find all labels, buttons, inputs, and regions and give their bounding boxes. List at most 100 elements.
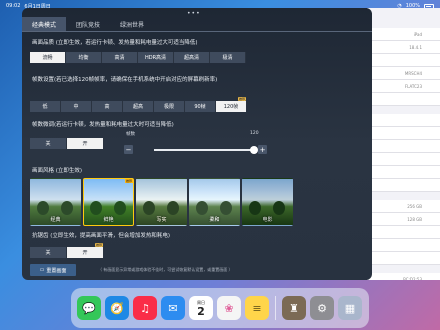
antialias-option[interactable]: 开 推荐	[67, 243, 104, 258]
fps-slider-label: 帧数	[126, 132, 135, 137]
framerate-option[interactable]: 极限	[154, 101, 185, 112]
settings-row[interactable]	[369, 127, 440, 140]
settings-row[interactable]	[369, 166, 440, 179]
mail-app-icon[interactable]: ✉	[161, 296, 185, 320]
settings-row[interactable]	[369, 140, 440, 153]
settings-row[interactable]	[369, 93, 440, 106]
fps-tuning-title: 帧数微调(若运行卡顿，发热量和耗电量过大时可适当降低)	[32, 122, 174, 128]
calendar-day: 2	[197, 304, 205, 318]
quality-option-label: 高清	[114, 55, 125, 61]
fps-slider-fill	[154, 149, 254, 151]
framerate-option[interactable]: 超高	[123, 101, 154, 112]
app-library-app-icon[interactable]: ▦	[338, 296, 362, 320]
fps-slider-value: 120	[250, 131, 259, 136]
fps-slider-knob[interactable]	[250, 146, 258, 154]
fps-tuning-option[interactable]: 关	[30, 138, 67, 149]
framerate-option[interactable]: 120帧 推荐	[216, 97, 247, 112]
tree-shape	[114, 201, 126, 215]
calendar-app-icon[interactable]: 周日 2	[189, 296, 213, 320]
quality-option[interactable]: 极清	[210, 52, 246, 63]
framerate-option-label: 超高	[132, 104, 143, 110]
tree-shape	[143, 201, 155, 215]
fps-slider[interactable]: − +	[124, 143, 271, 157]
settings-row[interactable]	[369, 226, 440, 239]
framerate-option-label: 120帧	[223, 104, 239, 110]
quality-option-label: 超高清	[183, 55, 199, 61]
framerate-option[interactable]: 中	[61, 101, 92, 112]
safari-app-icon[interactable]: 🧭	[105, 296, 129, 320]
settings-row[interactable]: 18.4.1	[369, 41, 440, 54]
framerate-selector: 低 中 高 超高 极限 90帧 120帧 推荐	[30, 97, 247, 112]
framerate-option-label: 90帧	[194, 104, 206, 110]
antialias-title: 抗锯齿 (立即生效，提高画面平滑，但会增加发热和耗电)	[32, 233, 171, 239]
tab-mode[interactable]: 经典模式	[22, 17, 67, 31]
settings-row[interactable]: iPad	[369, 28, 440, 41]
settings-row[interactable]	[369, 114, 440, 127]
settings-row[interactable]: FLATC23	[369, 80, 440, 93]
messages-app-icon[interactable]: 💬	[77, 296, 101, 320]
fps-tuning-option-label: 关	[45, 141, 51, 147]
quality-option[interactable]: HDR高清	[138, 52, 174, 63]
quality-option[interactable]: 均衡	[66, 52, 102, 63]
settings-row[interactable]: BC:D2:53	[369, 273, 440, 280]
quality-option[interactable]: 流畅	[30, 52, 66, 63]
recommended-badge: 推荐	[237, 97, 246, 101]
fps-increase-button[interactable]: +	[258, 145, 267, 154]
game-settings-panel: ••• 经典模式 团队竞技 绿洲世界 画面品质 (立即生效，若运行卡顿、发热量和耗电…	[22, 8, 372, 280]
tree-shape	[273, 201, 285, 215]
fps-tuning-option-label: 开	[82, 141, 88, 147]
style-option-label: 经典	[50, 217, 61, 223]
framerate-option[interactable]: 90帧	[185, 101, 216, 112]
status-time: 09:02	[6, 3, 21, 9]
style-option-label: 鲜艳	[103, 217, 114, 223]
settings-row[interactable]: 128 GB	[369, 213, 440, 226]
tree-shape	[167, 201, 179, 215]
tab-mode[interactable]: 绿洲世界	[110, 17, 154, 31]
settings-row[interactable]	[369, 252, 440, 265]
antialias-option[interactable]: 关	[30, 247, 67, 258]
quality-option-label: 极清	[222, 55, 233, 61]
settings-row[interactable]	[369, 54, 440, 67]
quality-option-label: HDR高清	[144, 55, 167, 61]
settings-row[interactable]: MRSCH4	[369, 67, 440, 80]
notes-app-icon[interactable]: ≡	[245, 296, 269, 320]
framerate-option[interactable]: 高	[92, 101, 123, 112]
reset-display-button[interactable]: ▭ 重置画面	[30, 264, 76, 276]
music-app-icon[interactable]: ♫	[133, 296, 157, 320]
antialias-toggle: 关 开 推荐	[30, 243, 104, 258]
tabs-divider	[22, 31, 372, 32]
style-option[interactable]: 电影	[242, 178, 293, 226]
settings-detail-list: iPad 18.4.1 MRSCH4 FLATC23 256 GB 128 GB BC:D2…	[369, 8, 440, 280]
quality-option[interactable]: 高清	[102, 52, 138, 63]
style-option[interactable]: 经典	[30, 178, 81, 226]
settings-row[interactable]	[369, 179, 440, 192]
quality-option[interactable]: 超高清	[174, 52, 210, 63]
tree-shape	[37, 201, 49, 215]
style-option[interactable]: 柔和	[189, 178, 240, 226]
framerate-option-label: 中	[73, 104, 79, 110]
style-option[interactable]: 写实	[136, 178, 187, 226]
tab-mode[interactable]: 团队竞技	[66, 17, 110, 31]
window-handle[interactable]: •••	[187, 10, 201, 17]
fps-decrease-button[interactable]: −	[124, 145, 133, 154]
game-app-icon[interactable]: ♜	[282, 296, 306, 320]
antialias-option-label: 关	[45, 250, 51, 256]
quality-option-label: 流畅	[42, 55, 53, 61]
recommended-badge: 推荐	[124, 179, 133, 183]
quality-title: 画面品质 (立即生效，若运行卡顿、发热量和耗电量过大可适当降低)	[32, 40, 198, 46]
settings-row[interactable]	[369, 153, 440, 166]
framerate-option[interactable]: 低	[30, 101, 61, 112]
photos-app-icon[interactable]: ❀	[217, 296, 241, 320]
tree-shape	[196, 201, 208, 215]
fps-tuning-option[interactable]: 开	[67, 138, 104, 149]
recommended-badge: 推荐	[94, 243, 103, 247]
framerate-title: 帧数设置(若已选择120帧帧率，请确保在手机系统中开启对应的屏幕刷新率)	[32, 77, 218, 83]
framerate-option-label: 极限	[163, 104, 174, 110]
framerate-option-label: 高	[104, 104, 110, 110]
style-option[interactable]: 鲜艳 推荐	[83, 178, 134, 226]
dock: 💬 🧭 ♫ ✉ 周日 2 ❀ ≡ ♜ ⚙ ▦	[71, 288, 369, 328]
settings-row[interactable]: 256 GB	[369, 200, 440, 213]
settings-app-icon[interactable]: ⚙	[310, 296, 334, 320]
settings-row[interactable]	[369, 239, 440, 252]
style-option-label: 电影	[262, 217, 273, 223]
